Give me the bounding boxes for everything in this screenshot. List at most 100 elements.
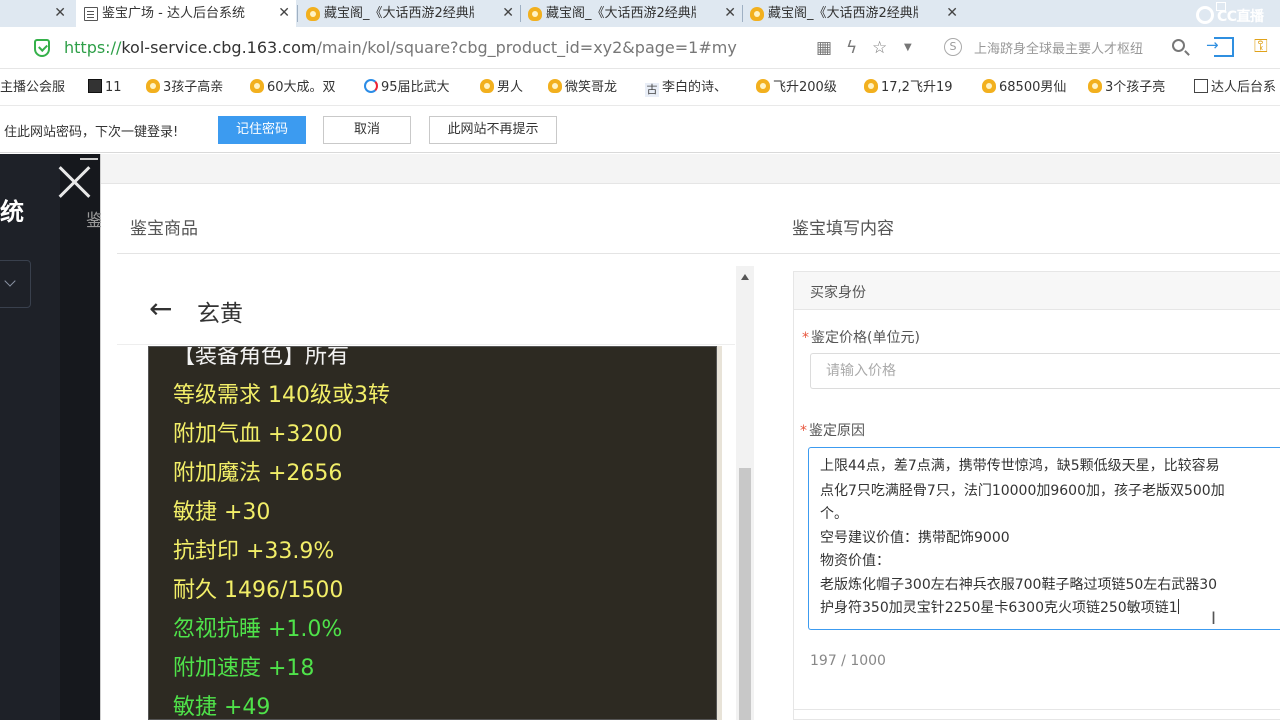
emblem-icon [982,79,996,93]
emblem-icon [250,79,264,93]
bookmark-item[interactable]: 3个孩子亮 [1088,79,1165,97]
remember-password-button[interactable]: 记住密码 [218,116,306,144]
cc-live-logo: CC直播 [1196,2,1280,26]
appraisal-form: 买家身份 * 鉴定价格(单位元) 请输入价格 * 鉴定原因 上限44点，差7点满，携… [793,271,1280,720]
cbg-emblem-icon [528,7,542,21]
character-count: 197 / 1000 [810,653,886,669]
url-protocol: https:// [64,38,122,57]
close-dialog-icon[interactable] [57,164,93,200]
browser-tab[interactable]: 藏宝阁_《大话西游2经典版》 ✕ [742,0,964,27]
page-content: 统 鉴 鉴宝商品 鉴宝填写内容 ← 玄黄 【装备角色】所有 等级需求 140级或… [0,154,1280,720]
bookmark-item[interactable]: 17,2飞升19 [864,79,953,97]
sidebar-dash [80,158,98,160]
stat-line: 附加速度 +18 [173,656,315,681]
bookmark-item[interactable]: 3孩子高亲 [146,79,223,97]
cbg-emblem-icon [750,7,764,21]
emblem-icon [146,79,160,93]
save-password-message: 住此网站密码，下次一键登录! [4,125,179,140]
stat-line: 【装备角色】所有 [173,346,350,369]
bookmark-label: 95届比武大 [381,80,450,95]
tab-title: 藏宝阁_《大话西游2经典版》 [546,6,696,21]
price-label: * 鉴定价格(单位元) [802,327,920,347]
stat-line: 耐久 1496/1500 [173,578,344,603]
divider [779,253,1280,254]
appraisal-dialog: 鉴宝商品 鉴宝填写内容 ← 玄黄 【装备角色】所有 等级需求 140级或3转 附… [101,154,1280,720]
dark-square-icon [88,79,102,93]
cc-ring-icon [1196,6,1214,24]
bookmark-item[interactable]: 达人后台系 [1194,79,1276,97]
bookmark-item[interactable]: 飞升200级 [756,79,837,97]
browser-tab-active[interactable]: 鉴宝广场 - 达人后台系统 ✕ [76,0,296,27]
url-field[interactable]: https://kol-service.cbg.163.com/main/kol… [64,37,737,59]
search-icon[interactable] [1172,39,1185,52]
emblem-icon [864,79,878,93]
bookmark-item[interactable]: 11 [88,79,122,97]
never-remind-button[interactable]: 此网站不再提示 [429,116,557,144]
bookmark-item[interactable]: 60大成。双 [250,79,336,97]
sidebar-edge [60,154,100,720]
chevron-down-icon[interactable]: ▼ [904,38,912,58]
grid-apps-icon[interactable]: ▦ [816,38,832,58]
preview-frame-edge [717,346,722,720]
appraisal-form-title: 鉴宝填写内容 [792,219,894,239]
tab-close-icon[interactable]: ✕ [278,0,290,27]
scroll-up-arrow-icon[interactable] [741,274,749,280]
bookmark-item[interactable]: 微笑哥龙 [548,79,617,97]
bookmark-item[interactable]: 男人 [480,79,523,97]
emblem-icon [756,79,770,93]
text-line: 上限44点，差7点满，携带传世惊鸿，缺5颗低级天星，比较容易 [820,458,1220,474]
emblem-icon [1088,79,1102,93]
stat-line: 附加魔法 +2656 [173,461,343,486]
tab-close-icon[interactable]: ✕ [502,0,514,27]
bookmark-item[interactable]: 95届比武大 [364,79,450,97]
ibeam-cursor-icon: I [1211,609,1217,629]
form-section-header: 买家身份 [794,272,1280,310]
divider [117,344,735,345]
bookmark-label: 3个孩子亮 [1105,80,1166,95]
star-bookmark-icon[interactable]: ☆ [872,38,887,58]
item-name: 玄黄 [197,301,243,327]
text-line: 物资价值： [820,553,890,569]
preview-scrollbar[interactable] [736,266,754,720]
text-line: 护身符350加灵宝针2250星卡6300克火项链250敏项链1 [820,600,1178,616]
bookmark-item[interactable]: 68500男仙 [982,79,1066,97]
stat-line: 抗封印 +33.9% [173,539,335,564]
tab-close-icon[interactable]: ✕ [724,0,736,27]
save-password-bar: 住此网站密码，下次一键登录! 记住密码 取消 此网站不再提示 [0,107,1280,153]
search-box[interactable]: S 上海跻身全球最主要人才枢纽 [938,35,1194,61]
key-icon[interactable]: ⚿ [1254,36,1268,57]
background-sidebar: 统 [0,154,100,720]
text-caret [1177,599,1179,614]
bookmark-label: 男人 [497,80,524,95]
browser-tab[interactable]: ✕ [0,0,76,27]
equipment-stats-panel: 【装备角色】所有 等级需求 140级或3转 附加气血 +3200 附加魔法 +2… [148,346,717,720]
stat-line: 敏捷 +30 [173,500,271,525]
secure-shield-icon[interactable] [34,39,50,57]
bookmark-label: 达人后台系 [1211,80,1277,95]
bookmark-item[interactable]: 主播公会服 [0,79,65,97]
scroll-thumb[interactable] [739,468,751,720]
appraisal-item-title: 鉴宝商品 [130,219,198,239]
bookmark-label: 李白的诗、 [662,80,728,95]
browser-tab[interactable]: 藏宝阁_《大话西游2经典版》 ✕ [298,0,520,27]
tab-title: 藏宝阁_《大话西游2经典版》 [324,6,474,21]
bookmark-label: 微笑哥龙 [565,80,618,95]
stat-line: 忽视抗睡 +1.0% [173,617,343,642]
tab-close-icon[interactable]: ✕ [946,0,958,27]
bookmark-label: 主播公会服 [0,80,66,95]
price-input[interactable]: 请输入价格 [810,353,1280,389]
tab-close-icon[interactable]: ✕ [54,0,66,27]
sidebar-select[interactable] [0,260,31,308]
search-engine-icon[interactable]: S [944,38,962,56]
reason-textarea[interactable]: 上限44点，差7点满，携带传世惊鸿，缺5颗低级天星，比较容易 点化7只吃满胫骨7… [808,447,1280,630]
stat-line: 敏捷 +49 [173,695,271,720]
divider [117,253,781,254]
bookmark-label: 3孩子高亲 [163,80,224,95]
back-arrow-icon[interactable]: ← [149,294,172,324]
cancel-button[interactable]: 取消 [323,116,411,144]
login-icon[interactable] [1206,36,1234,57]
lightning-icon[interactable]: ϟ [846,38,857,58]
text-line-current: 护身符350加灵宝针2250星卡6300克火项链250敏项链1 [820,598,1179,618]
bookmark-item[interactable]: 古李白的诗、 [645,79,727,97]
browser-tab[interactable]: 藏宝阁_《大话西游2经典版》 ✕ [520,0,742,27]
